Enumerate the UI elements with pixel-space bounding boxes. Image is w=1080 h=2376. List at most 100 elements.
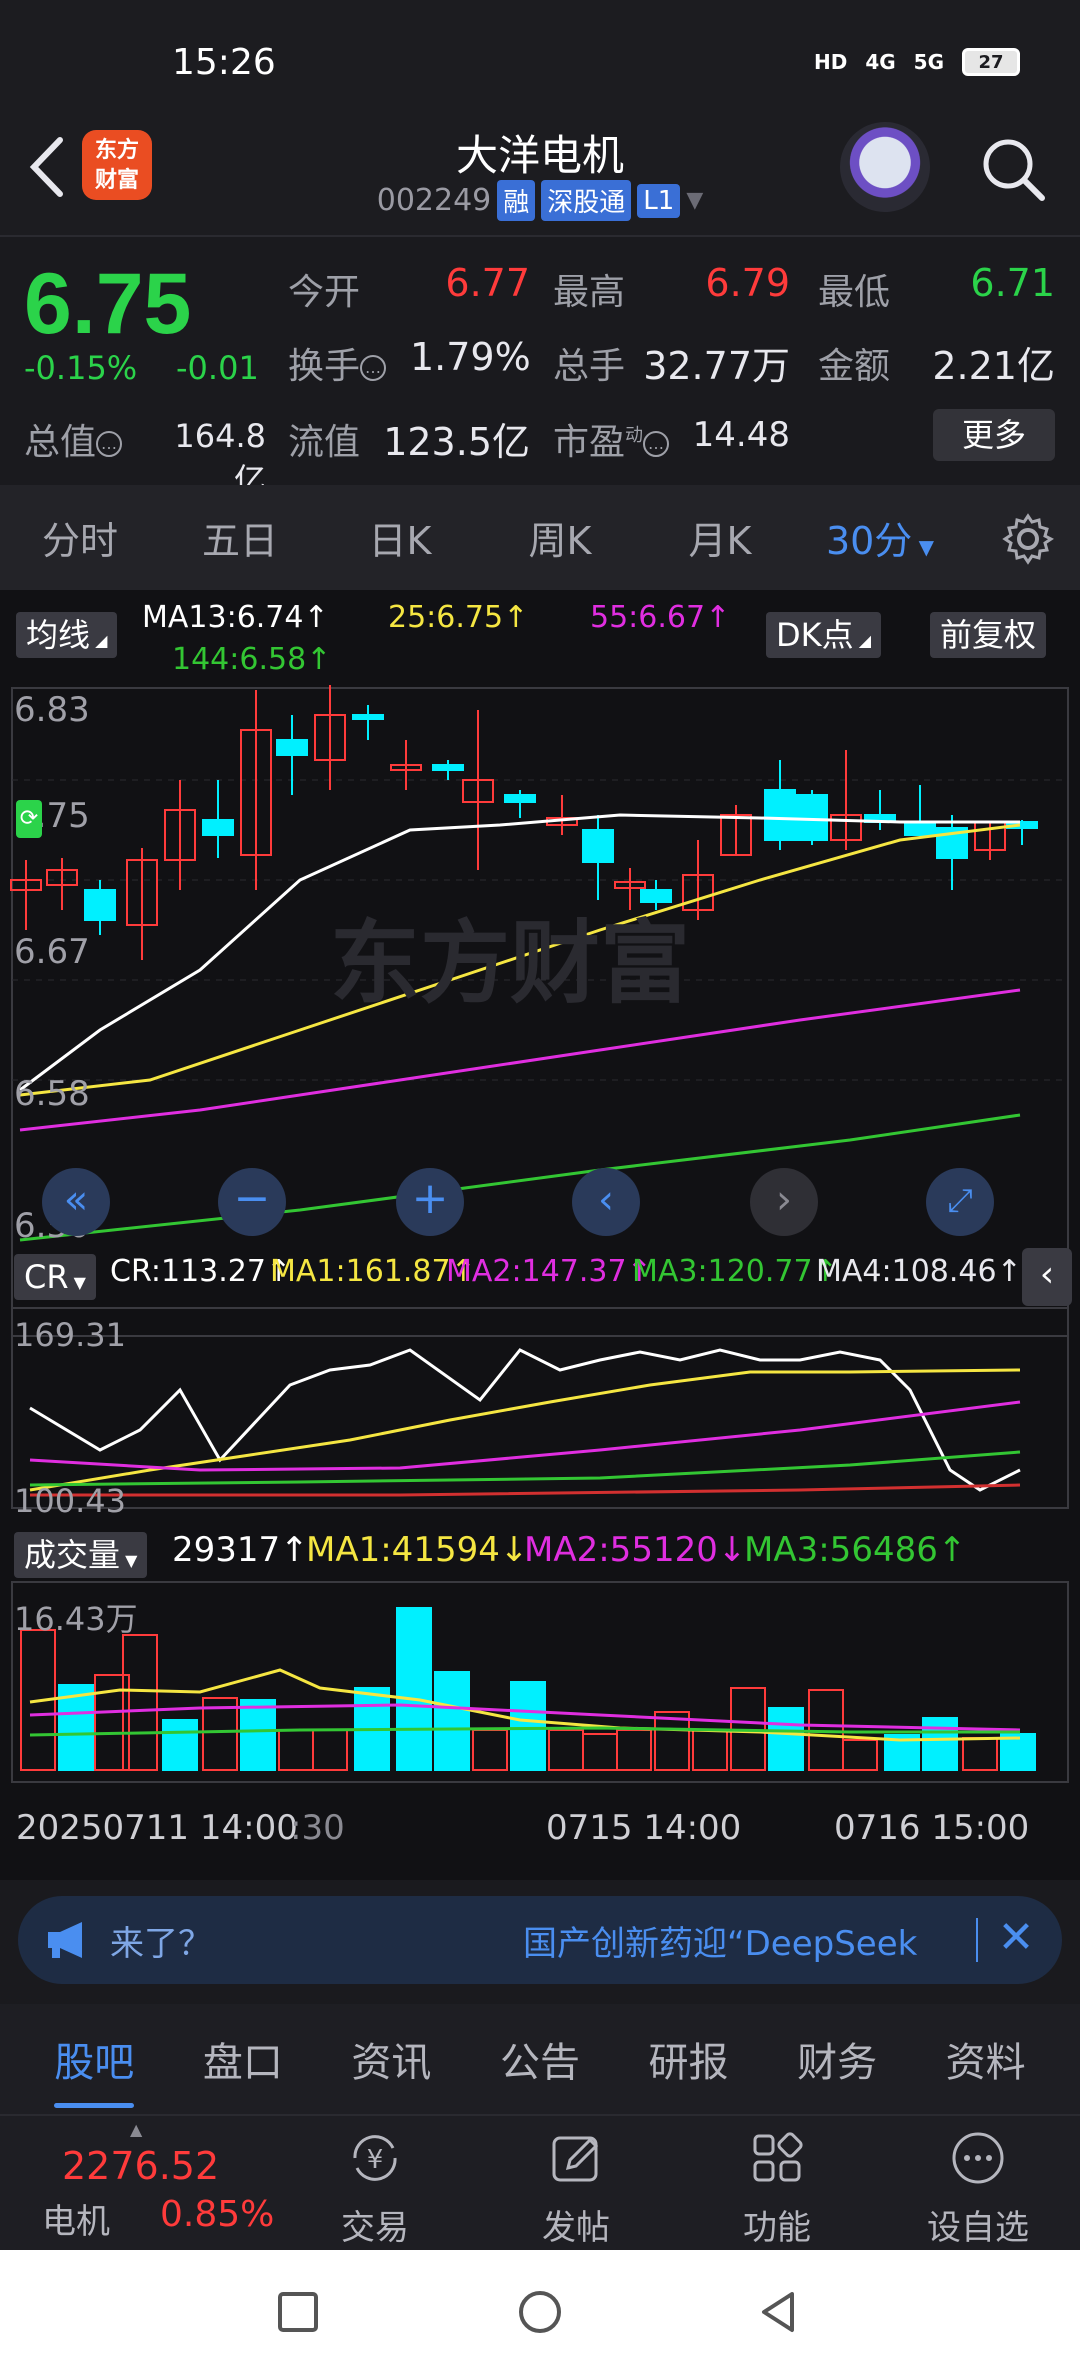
open-value: 6.77	[445, 261, 530, 305]
volume-bar	[692, 1729, 728, 1771]
rewind-icon[interactable]: «	[42, 1168, 110, 1236]
volume-axis-top: 16.43万	[14, 1600, 138, 1638]
gear-icon[interactable]	[1002, 513, 1054, 565]
change-pct: -0.15%	[24, 349, 138, 387]
kline-chart[interactable]	[0, 590, 1080, 1880]
volume-bar	[278, 1729, 314, 1771]
tab-profile[interactable]: 资料	[946, 2030, 1026, 2088]
volume-indicator-button[interactable]: 成交量 ▼	[14, 1532, 148, 1578]
tab-announcements[interactable]: 公告	[500, 2030, 580, 2088]
sector-index-pct: 0.85%	[160, 2194, 275, 2235]
volume-bar	[162, 1719, 198, 1771]
chart-area[interactable]: 均线 ◢ MA13:6.74↑ 25:6.75↑ 55:6.67↑ 144:6.…	[0, 590, 1080, 1880]
volume-value: 29317↑	[172, 1530, 309, 1570]
volume-bar	[312, 1729, 348, 1771]
price-axis-label: 6.83	[14, 690, 90, 730]
date-label: 0716 15:00	[834, 1808, 1030, 1848]
cr-axis-bottom: 100.43	[14, 1482, 126, 1520]
volume-bar	[616, 1729, 652, 1771]
candle-body	[504, 794, 536, 803]
dk-point-button[interactable]: DK点 ◢	[766, 612, 882, 658]
volume-bar	[472, 1729, 508, 1771]
cr-indicator-button[interactable]: CR ▼	[14, 1254, 96, 1300]
news-ticker[interactable]: 来了？ 国产创新药迎“DeepSeek ✕	[18, 1896, 1062, 1984]
low-value: 6.71	[970, 261, 1055, 305]
tab-research[interactable]: 研报	[649, 2030, 729, 2088]
close-icon[interactable]: ✕	[992, 1916, 1040, 1964]
volume-label: 总手	[553, 346, 626, 387]
info-icon[interactable]: …	[96, 431, 123, 457]
date-label: 0715 14:00	[546, 1808, 742, 1848]
grid-icon	[753, 2132, 803, 2182]
margin-badge: 融	[497, 180, 536, 221]
volume-ma2: MA2:55120↓	[524, 1530, 747, 1570]
info-icon[interactable]: …	[643, 431, 670, 457]
volume-bar	[654, 1711, 690, 1771]
cr-value: CR:113.27↑	[110, 1254, 292, 1289]
ma144-label: 144:6.58↑	[172, 642, 332, 677]
more-button[interactable]: 更多	[933, 409, 1055, 461]
sector-index-name: 电机	[42, 2202, 110, 2242]
volume-bar	[842, 1739, 878, 1771]
tab-guba[interactable]: 股吧	[54, 2030, 135, 2108]
candle-body	[432, 764, 464, 771]
signal-5g-icon: 5G	[913, 50, 944, 74]
stock-header: 东方 财富 大洋电机 002249 融 深股通 L1 ▼	[0, 110, 1080, 235]
candle-body	[84, 889, 116, 921]
adjust-button[interactable]: 前复权	[930, 612, 1047, 658]
high-label: 最高	[553, 272, 626, 313]
fullscreen-icon[interactable]: ⤢	[926, 1168, 994, 1236]
robot-assistant-icon[interactable]	[840, 122, 930, 212]
tab-news[interactable]: 资讯	[351, 2030, 431, 2088]
add-watchlist-button[interactable]: 设自选	[908, 2128, 1048, 2249]
functions-button[interactable]: 功能	[707, 2128, 847, 2249]
content-tabs: 股吧 盘口 资讯 公告 研报 财务 资料	[0, 2004, 1080, 2114]
chevron-left-icon[interactable]: ‹	[572, 1168, 640, 1236]
tab-finance[interactable]: 财务	[797, 2030, 877, 2088]
cr-axis-top: 169.31	[14, 1316, 126, 1354]
status-time: 15:26	[172, 42, 276, 83]
volume-bar	[582, 1733, 618, 1771]
zoom-out-icon[interactable]: −	[218, 1168, 286, 1236]
collapse-panel-icon[interactable]: ‹	[1022, 1248, 1072, 1306]
post-button[interactable]: 发帖	[506, 2128, 646, 2249]
refresh-icon[interactable]: ⟳	[16, 800, 42, 838]
cr-ma4: MA4:108.46↑	[816, 1254, 1022, 1289]
cr-ma4-line	[30, 1483, 1021, 1497]
tab-30min[interactable]: 30分 ▼	[800, 510, 960, 565]
search-icon[interactable]	[978, 134, 1048, 204]
candle-body	[582, 829, 614, 863]
volume-bar	[548, 1729, 584, 1771]
ma-indicator-button[interactable]: 均线 ◢	[16, 612, 118, 658]
volume-value: 32.77万	[643, 344, 790, 388]
trade-yuan-icon: ¥	[353, 2135, 397, 2181]
tab-weekly-k[interactable]: 周K	[480, 510, 640, 565]
divider	[976, 1918, 978, 1962]
candle-body	[904, 821, 936, 836]
tab-orderbook[interactable]: 盘口	[203, 2030, 283, 2088]
turnover-label: 换手…	[288, 337, 387, 389]
trade-button[interactable]: ¥ 交易	[305, 2128, 445, 2249]
sector-index-value: 2276.52	[62, 2144, 220, 2188]
candle-body	[796, 794, 828, 841]
ma55-label: 55:6.67↑	[590, 600, 731, 635]
home-icon[interactable]	[516, 2288, 564, 2336]
volume-bar	[922, 1717, 958, 1771]
bottom-toolbar: ▲ 2276.52 电机 0.85% ¥ 交易 发帖 功能 设自选	[0, 2114, 1080, 2250]
news-text[interactable]: 国产创新药迎“DeepSeek	[523, 1916, 983, 1965]
cr-ma3: MA3:120.77↑	[632, 1254, 838, 1289]
tab-daily-k[interactable]: 日K	[320, 510, 480, 565]
info-icon[interactable]: …	[360, 355, 387, 381]
chevron-right-icon[interactable]: ›	[750, 1168, 818, 1236]
date-label: 20250711 14:00	[16, 1808, 298, 1848]
tab-intraday[interactable]: 分时	[0, 510, 160, 565]
zoom-in-icon[interactable]: +	[396, 1168, 464, 1236]
recent-apps-icon[interactable]	[276, 2290, 320, 2334]
back-icon[interactable]	[756, 2288, 800, 2336]
tab-monthly-k[interactable]: 月K	[640, 510, 800, 565]
float-value: 123.5亿	[383, 420, 530, 464]
volume-bar	[396, 1607, 432, 1771]
candle-body	[276, 739, 308, 756]
system-nav-bar	[0, 2250, 1080, 2376]
tab-five-day[interactable]: 五日	[160, 510, 320, 565]
